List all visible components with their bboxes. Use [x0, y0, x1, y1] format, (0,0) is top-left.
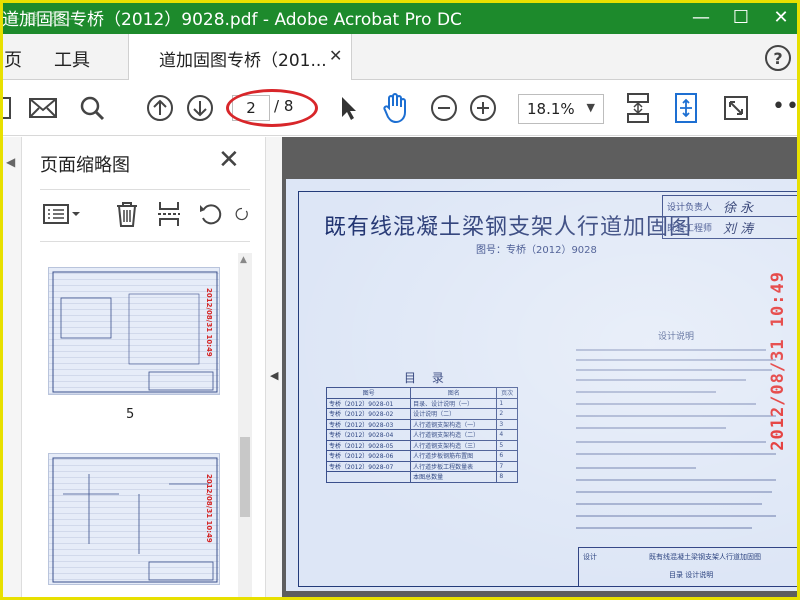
table-row: 专桥（2012）9028-05 人行道钢支架构造（三） 5 [325, 439, 518, 451]
collapse-arrow-icon[interactable]: ◀ [270, 369, 278, 382]
pane-close-icon[interactable]: ✕ [218, 147, 240, 173]
fit-page-icon[interactable] [670, 92, 702, 124]
notes-heading: 设计说明 [658, 332, 695, 342]
table-row: 专桥（2012）9028-03 人行道钢支架构造（一） 3 [325, 418, 518, 430]
tab-document[interactable]: 道加固图专桥（201... ✕ [128, 34, 352, 80]
tab-close-icon[interactable]: ✕ [329, 46, 342, 65]
tab-home[interactable]: 页 [4, 46, 22, 72]
signature-name: 刘 涛 [723, 222, 754, 237]
page-thumbnails-pane: 页面缩略图 ✕ ▲ 2012/08/31 10:49 5 2012/08/31 … [22, 137, 266, 600]
zoom-out-icon[interactable] [428, 92, 460, 124]
signature-label: 设计负责人 [667, 203, 713, 213]
table-row: 专桥（2012）9028-02 设计说明（二） 2 [325, 408, 518, 420]
divider [40, 241, 250, 242]
signature-label: 既有工程师 [667, 224, 713, 234]
column-header: 页次 [496, 387, 518, 399]
zoom-in-icon[interactable] [467, 92, 499, 124]
delete-page-icon[interactable] [112, 199, 142, 229]
thumbnail-scrollbar[interactable] [238, 253, 252, 600]
search-icon[interactable] [76, 92, 108, 124]
toolbar: 2 / 8 18.1% ▼ ••• [0, 80, 800, 136]
document-subheading: 图号：专桥（2012）9028 [476, 245, 597, 256]
scroll-mode-icon[interactable] [622, 92, 654, 124]
thumbnail-label: 5 [126, 407, 135, 422]
title-block-bottom: 目录 设计说明 [669, 571, 714, 579]
rail-collapse-icon[interactable]: ◀ [6, 155, 15, 169]
table-row: 专桥（2012）9028-04 人行道钢支架构造（二） 4 [325, 429, 518, 441]
thumbnail-page-5[interactable]: 2012/08/31 10:49 [48, 267, 220, 395]
hand-tool-icon[interactable] [380, 92, 412, 124]
next-page-icon[interactable] [184, 92, 216, 124]
more-tools-icon[interactable]: ••• [772, 94, 800, 119]
divider [40, 189, 250, 190]
email-icon[interactable] [27, 92, 59, 124]
signature-box: 设计负责人 既有工程师 徐 永 刘 涛 [662, 195, 800, 239]
left-navigation-rail: ◀ [0, 137, 22, 600]
previous-page-icon[interactable] [144, 92, 176, 124]
minimize-button[interactable]: — [686, 2, 716, 32]
thumbnail-date-stamp: 2012/08/31 10:49 [205, 288, 213, 357]
toc-title: 目 录 [404, 371, 450, 385]
drawing-frame [298, 191, 800, 587]
title-block: 设计 既有线混凝土梁钢支架人行道加固图 目录 设计说明 [578, 547, 800, 587]
title-block-label: 设计 [583, 553, 597, 561]
title-bar: —建·筑— 道加固图专桥（2012）9028.pdf - Adobe Acrob… [0, 0, 800, 34]
full-screen-icon[interactable] [720, 92, 752, 124]
table-row: 本图总数量 8 [325, 471, 518, 483]
document-page: 既有线混凝土梁钢支架人行道加固图 图号：专桥（2012）9028 设计负责人 既… [286, 179, 800, 591]
tab-document-label: 道加固图专桥（201... [159, 51, 327, 71]
help-icon[interactable]: ? [765, 45, 791, 71]
select-cursor-icon[interactable] [332, 92, 364, 124]
watermark-logo: —建·筑— [6, 11, 82, 27]
table-row: 专桥（2012）9028-06 人行道步板钢筋布置图 6 [325, 450, 518, 462]
pane-collapse-handle[interactable]: ◀ [266, 137, 282, 600]
title-block-center: 既有线混凝土梁钢支架人行道加固图 [649, 553, 761, 561]
rotate-left-icon[interactable] [196, 199, 226, 229]
save-icon[interactable] [0, 92, 18, 124]
red-annotation-ellipse [226, 89, 318, 127]
thumbnail-date-stamp: 2012/08/31 10:49 [205, 474, 213, 543]
split-page-icon[interactable] [154, 199, 184, 229]
date-stamp: 2012/08/31 10:49 [768, 271, 788, 451]
chevron-down-icon: ▼ [586, 101, 595, 114]
rotate-right-icon[interactable] [234, 199, 250, 229]
zoom-value: 18.1% [527, 100, 575, 118]
thumbnail-page-6[interactable]: 2012/08/31 10:49 [48, 453, 220, 585]
document-heading: 既有线混凝土梁钢支架人行道加固图 [324, 215, 693, 240]
close-window-button[interactable]: ✕ [766, 2, 796, 32]
column-header: 图名 [410, 387, 498, 399]
signature-name: 徐 永 [723, 201, 754, 216]
thumbnail-options-icon[interactable] [40, 199, 84, 229]
toc-table: 图号 图名 页次 专桥（2012）9028-01 目录、设计说明（一） 1 专桥（2… [325, 387, 518, 483]
table-row: 专桥（2012）9028-01 目录、设计说明（一） 1 [325, 397, 518, 409]
table-header: 图号 图名 页次 [325, 387, 518, 399]
tab-tools[interactable]: 工具 [54, 46, 90, 72]
zoom-dropdown[interactable]: 18.1% ▼ [518, 94, 604, 124]
scroll-up-icon[interactable]: ▲ [240, 255, 247, 265]
maximize-button[interactable]: ☐ [726, 2, 756, 32]
tab-bar: 页 工具 道加固图专桥（201... ✕ ? [0, 34, 800, 80]
table-row: 专桥（2012）9028-07 人行道步板工程数量表 7 [325, 460, 518, 472]
document-view[interactable]: 既有线混凝土梁钢支架人行道加固图 图号：专桥（2012）9028 设计负责人 既… [282, 137, 800, 600]
scrollbar-thumb[interactable] [240, 437, 250, 517]
column-header: 图号 [325, 387, 412, 399]
pane-title: 页面缩略图 [40, 155, 130, 176]
